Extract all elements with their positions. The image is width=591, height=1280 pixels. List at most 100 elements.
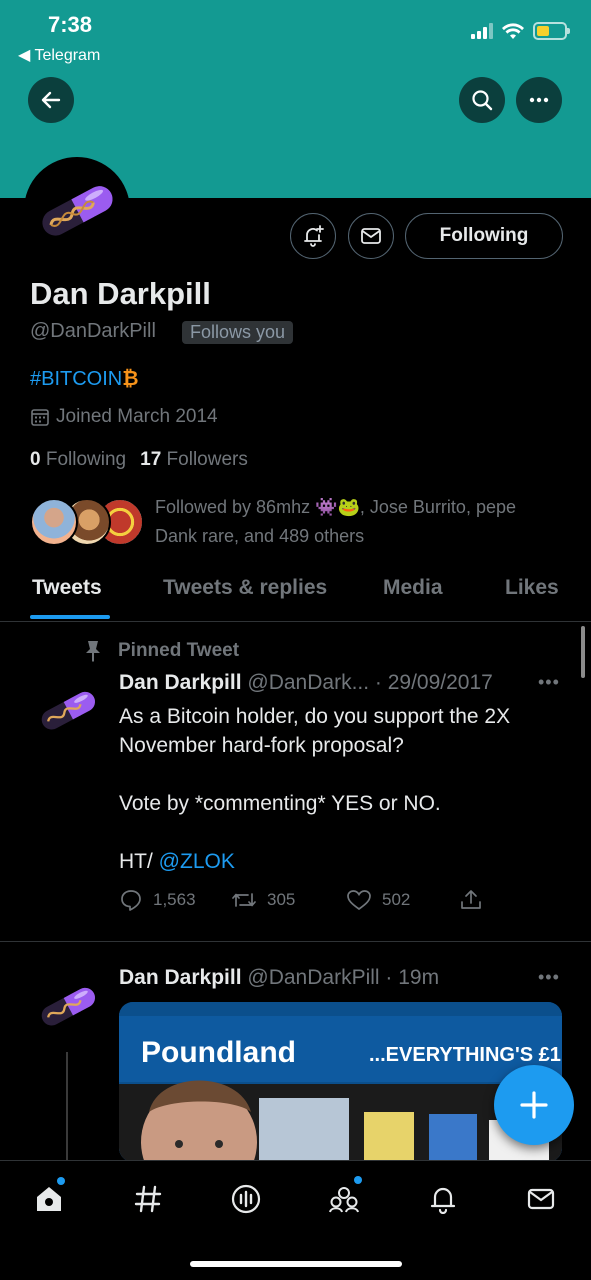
message-button[interactable] <box>348 213 394 259</box>
heart-icon <box>347 890 371 911</box>
active-tab-indicator <box>30 615 110 619</box>
following-count-link[interactable]: 0 Following <box>30 449 126 471</box>
bell-plus-icon <box>304 225 324 247</box>
thread-line <box>66 1052 68 1160</box>
status-icons <box>471 22 570 40</box>
tab-tweets-and-replies[interactable]: Tweets & replies <box>163 576 327 600</box>
envelope-icon <box>361 228 381 244</box>
profile-tabs: Tweets Tweets & replies Media Likes <box>0 570 591 622</box>
following-count: 0 <box>30 449 41 470</box>
poundland-storefront-image <box>119 1002 562 1162</box>
nav-explore[interactable] <box>128 1179 168 1219</box>
tab-tweets[interactable]: Tweets <box>32 576 102 600</box>
hashtag-icon <box>134 1185 162 1213</box>
search-icon <box>472 90 493 111</box>
tweet-meta: @DanDarkPill · 19m <box>247 966 440 989</box>
tweet-more-button[interactable]: ••• <box>538 967 560 988</box>
back-button[interactable] <box>28 77 74 123</box>
nav-communities[interactable] <box>324 1176 364 1219</box>
tab-likes[interactable]: Likes <box>505 576 559 600</box>
tweet-body: As a Bitcoin holder, do you support the … <box>119 702 569 876</box>
tweet-media-image[interactable]: Poundland ...EVERYTHING'S £1 <box>119 1002 562 1162</box>
pinned-tweet-label: Pinned Tweet <box>82 639 239 663</box>
follower-avatar <box>30 498 78 546</box>
search-button[interactable] <box>459 77 505 123</box>
tweet-text-line: As a Bitcoin holder, do you support the … <box>119 705 511 728</box>
wifi-icon <box>502 23 524 39</box>
followed-by-line-1: Followed by 86mhz 👾🐸, Jose Burrito, pepe <box>155 497 516 517</box>
darkpill-avatar-image <box>27 160 127 260</box>
tweet-text-prefix: HT/ <box>119 850 159 873</box>
back-to-telegram-link[interactable]: ◀ Telegram <box>18 45 100 65</box>
tweet-header: Dan Darkpill @DanDark... · 29/09/2017 <box>119 671 493 695</box>
battery-icon <box>533 22 570 40</box>
nav-messages[interactable] <box>521 1179 561 1219</box>
bitcoin-hashtag-link[interactable]: #BITCOIN <box>30 368 122 390</box>
home-notification-dot <box>57 1177 65 1185</box>
envelope-icon <box>527 1188 555 1210</box>
tweet-text-line: Vote by *commenting* YES or NO. <box>119 792 441 815</box>
nav-notifications[interactable] <box>423 1179 463 1219</box>
calendar-icon <box>31 409 49 426</box>
bell-icon <box>430 1187 456 1214</box>
pinned-tweet-text: Pinned Tweet <box>118 640 240 661</box>
followers-count-link[interactable]: 17 Followers <box>140 449 248 471</box>
follows-you-badge: Follows you <box>182 321 294 344</box>
compose-tweet-button[interactable] <box>494 1065 574 1145</box>
profile-handle: @DanDarkPill <box>30 320 156 342</box>
nav-home[interactable] <box>29 1177 69 1219</box>
more-dots-icon <box>529 97 549 103</box>
reply-icon <box>121 890 141 911</box>
home-icon <box>37 1187 61 1211</box>
following-button[interactable]: Following <box>405 213 563 259</box>
tweet-divider <box>0 941 591 942</box>
profile-display-name: Dan Darkpill <box>30 276 211 311</box>
tweet-header: Dan Darkpill @DanDarkPill · 19m <box>119 966 439 990</box>
status-time: 7:38 <box>48 12 93 37</box>
home-indicator[interactable] <box>190 1261 402 1267</box>
followed-by-text[interactable]: Followed by 86mhz 👾🐸, Jose Burrito, pepe… <box>155 493 575 551</box>
like-button[interactable]: 502 <box>346 888 410 912</box>
share-icon <box>461 890 481 909</box>
pin-icon <box>86 641 100 662</box>
share-button[interactable] <box>459 888 483 912</box>
tweet-author-name[interactable]: Dan Darkpill <box>119 966 242 989</box>
back-app-label: Telegram <box>34 47 101 64</box>
reply-count: 1,563 <box>153 890 196 909</box>
profile-bio: #BITCOIN₿ <box>30 368 139 391</box>
nav-spaces[interactable] <box>226 1179 266 1219</box>
tab-media[interactable]: Media <box>383 576 443 600</box>
followers-count-label: Followers <box>166 449 248 470</box>
retweet-icon <box>232 893 256 907</box>
like-count: 502 <box>382 890 411 909</box>
tweet-author-name[interactable]: Dan Darkpill <box>119 671 242 694</box>
communities-notification-dot <box>354 1176 362 1184</box>
tweet-meta: @DanDark... · 29/09/2017 <box>247 671 493 694</box>
following-count-label: Following <box>45 449 127 470</box>
more-options-button[interactable] <box>516 77 562 123</box>
profile-avatar[interactable] <box>24 157 130 263</box>
scrollbar[interactable] <box>581 626 585 678</box>
followers-count: 17 <box>140 449 162 470</box>
darkpill-avatar-image <box>30 672 106 748</box>
tweet-actions: 1,563 305 502 <box>119 888 559 916</box>
tweet-more-button[interactable]: ••• <box>538 672 560 693</box>
follow-counts: 0 Following 17 Followers <box>30 449 248 471</box>
mention-link[interactable]: @ZLOK <box>159 850 235 873</box>
media-brand-text: Poundland <box>141 1036 296 1069</box>
reply-button[interactable]: 1,563 <box>119 888 196 912</box>
spaces-icon <box>231 1184 261 1214</box>
tweet-avatar[interactable] <box>30 672 106 748</box>
followed-by-avatars[interactable] <box>30 498 144 548</box>
signal-icon <box>471 23 493 39</box>
followed-by-line-2: Dank rare, and 489 others <box>155 526 365 546</box>
joined-date: Joined March 2014 <box>30 406 218 428</box>
bitcoin-emoji: ₿ <box>122 368 139 390</box>
joined-label: Joined March 2014 <box>56 406 218 427</box>
retweet-count: 305 <box>267 890 296 909</box>
notifications-toggle-button[interactable] <box>290 213 336 259</box>
tweet-avatar[interactable] <box>30 968 106 1044</box>
tweet-text-line: November hard-fork proposal? <box>119 734 404 757</box>
retweet-button[interactable]: 305 <box>231 888 295 912</box>
arrow-left-icon <box>41 91 61 109</box>
